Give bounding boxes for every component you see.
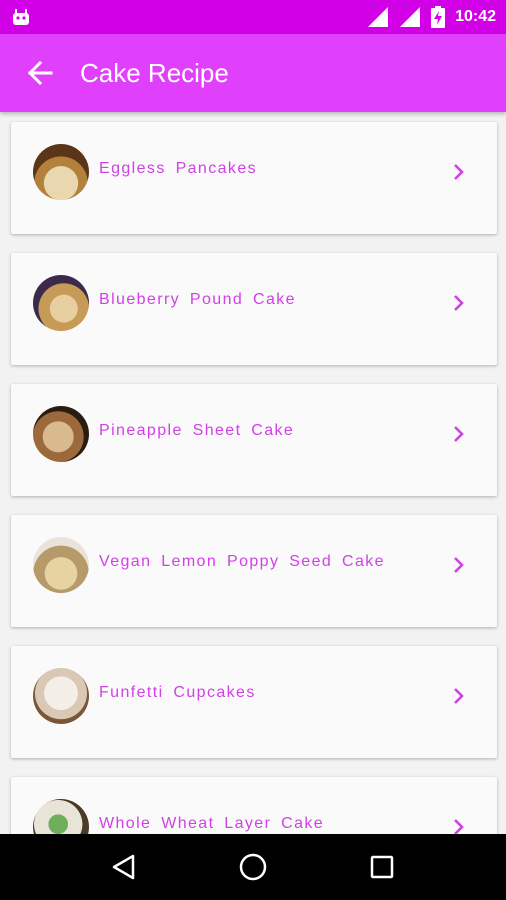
nav-back-button[interactable] (94, 837, 154, 897)
home-circle-icon (239, 853, 267, 881)
recipe-thumbnail (33, 799, 89, 834)
chevron-right-icon (454, 164, 464, 180)
chevron-right-icon (454, 819, 464, 834)
recipe-name: Eggless Pancakes (99, 160, 258, 177)
back-button[interactable] (0, 34, 80, 112)
chevron-right-icon (454, 295, 464, 311)
recipe-card[interactable]: Whole Wheat Layer Cake (11, 777, 497, 834)
status-bar: 10:42 (0, 0, 506, 34)
recipe-thumbnail (33, 406, 89, 462)
recents-square-icon (370, 855, 393, 879)
recipe-name: Blueberry Pound Cake (99, 291, 296, 308)
recipe-thumbnail (33, 668, 89, 724)
recipe-thumbnail (33, 537, 89, 593)
recipe-name: Funfetti Cupcakes (99, 684, 256, 701)
arrow-left-icon (27, 61, 53, 85)
recipe-card[interactable]: Vegan Lemon Poppy Seed Cake (11, 515, 497, 627)
page-title: Cake Recipe (80, 57, 229, 88)
recipe-thumbnail (33, 275, 89, 331)
nav-recents-button[interactable] (352, 837, 412, 897)
recipe-name: Pineapple Sheet Cake (99, 422, 295, 439)
recipe-list[interactable]: Eggless Pancakes Blueberry Pound Cake Pi… (0, 112, 506, 834)
chevron-right-icon (454, 688, 464, 704)
recipe-name: Vegan Lemon Poppy Seed Cake (99, 553, 385, 570)
recipe-card[interactable]: Funfetti Cupcakes (11, 646, 497, 758)
recipe-card[interactable]: Blueberry Pound Cake (11, 253, 497, 365)
recipe-name: Whole Wheat Layer Cake (99, 815, 325, 832)
android-debug-icon (13, 9, 29, 25)
chevron-right-icon (454, 557, 464, 573)
recipe-card[interactable]: Eggless Pancakes (11, 122, 497, 234)
system-nav-bar (0, 834, 506, 900)
cell-signal-icon (400, 7, 421, 27)
wifi-signal-icon (368, 7, 389, 27)
battery-charging-icon (431, 6, 446, 28)
app-bar: Cake Recipe (0, 34, 506, 112)
status-time: 10:42 (455, 8, 496, 25)
recipe-thumbnail (33, 144, 89, 200)
back-triangle-icon (113, 854, 135, 880)
recipe-card[interactable]: Pineapple Sheet Cake (11, 384, 497, 496)
nav-home-button[interactable] (223, 837, 283, 897)
chevron-right-icon (454, 426, 464, 442)
